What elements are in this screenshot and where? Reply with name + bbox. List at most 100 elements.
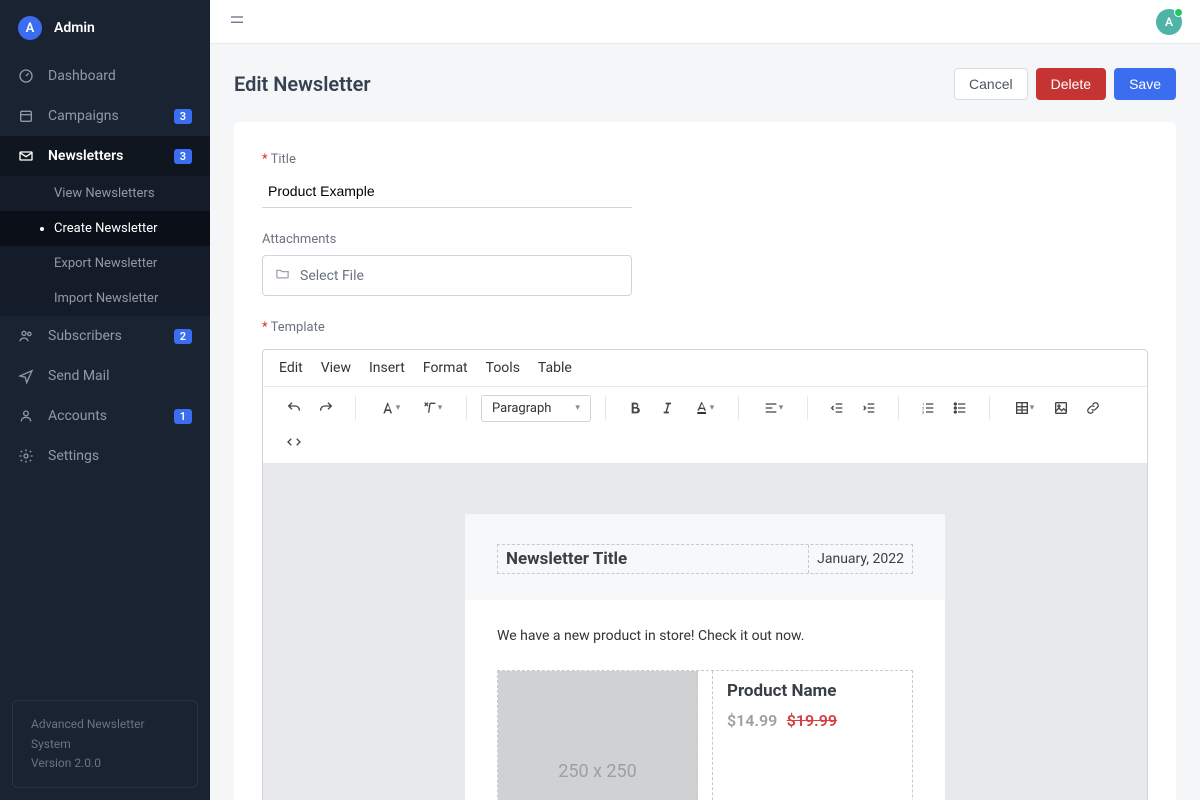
newsletter-preview: Newsletter Title January, 2022 We have a… (465, 514, 945, 800)
user-avatar[interactable]: A (1156, 9, 1182, 35)
outdent-button[interactable] (822, 393, 852, 423)
unordered-list-button[interactable] (945, 393, 975, 423)
clear-formatting-button[interactable]: ▾ (412, 393, 452, 423)
sidebar-subitem-label: Create Newsletter (54, 221, 158, 236)
sidebar-subitem-label: View Newsletters (54, 186, 155, 201)
gear-icon (18, 448, 34, 464)
sidebar-badge: 2 (174, 329, 192, 344)
send-icon (18, 368, 34, 384)
sidebar-badge: 3 (174, 109, 192, 124)
page-title: Edit Newsletter (234, 72, 371, 96)
cancel-button[interactable]: Cancel (954, 68, 1028, 100)
editor-toolbar: ▾ ▾ Paragraph▾ ▾ (263, 386, 1147, 464)
undo-button[interactable] (279, 393, 309, 423)
sidebar-header: A Admin (0, 0, 210, 56)
file-picker[interactable]: Select File (262, 255, 632, 296)
brand-logo: A (18, 16, 42, 40)
svg-text:3: 3 (922, 409, 924, 414)
user-icon (18, 408, 34, 424)
sidebar-subitem-create-newsletter[interactable]: Create Newsletter (0, 211, 210, 246)
sidebar-item-label: Settings (48, 448, 192, 464)
redo-button[interactable] (311, 393, 341, 423)
sidebar-subitem-view-newsletters[interactable]: View Newsletters (0, 176, 210, 211)
preview-old-price[interactable]: $19.99 (787, 711, 837, 730)
sidebar-item-label: Subscribers (48, 328, 174, 344)
save-button[interactable]: Save (1114, 68, 1176, 100)
preview-date[interactable]: January, 2022 (809, 547, 912, 571)
preview-title[interactable]: Newsletter Title (498, 545, 809, 573)
sidebar-subitem-label: Export Newsletter (54, 256, 157, 271)
main-panel: A Edit Newsletter Cancel Delete Save *Ti… (210, 0, 1200, 800)
menu-toggle-icon[interactable] (228, 11, 246, 33)
page-actions: Cancel Delete Save (954, 68, 1176, 100)
menu-table[interactable]: Table (538, 360, 572, 376)
image-button[interactable] (1046, 393, 1076, 423)
preview-image-placeholder[interactable]: 250 x 250 (498, 671, 698, 800)
sidebar-subitem-import-newsletter[interactable]: Import Newsletter (0, 281, 210, 316)
sidebar-submenu: View Newsletters Create Newsletter Expor… (0, 176, 210, 316)
footer-version: Version 2.0.0 (31, 754, 179, 773)
title-field: *Title (262, 152, 1148, 208)
indent-button[interactable] (854, 393, 884, 423)
block-format-select[interactable]: Paragraph▾ (481, 395, 591, 422)
sidebar: A Admin Dashboard Campaigns 3 Newsletter… (0, 0, 210, 800)
preview-intro[interactable]: We have a new product in store! Check it… (497, 628, 913, 644)
dashboard-icon (18, 68, 34, 84)
mail-icon (18, 148, 34, 164)
sidebar-item-label: Dashboard (48, 68, 192, 84)
link-button[interactable] (1078, 393, 1108, 423)
page-header: Edit Newsletter Cancel Delete Save (234, 68, 1176, 100)
sidebar-item-label: Accounts (48, 408, 174, 424)
topbar: A (210, 0, 1200, 44)
folder-icon (275, 266, 290, 285)
preview-product-block[interactable]: 250 x 250 Product Name $14.99 $19.99 (497, 670, 913, 800)
page-content: Edit Newsletter Cancel Delete Save *Titl… (210, 44, 1200, 800)
sidebar-item-settings[interactable]: Settings (0, 436, 210, 476)
attachments-label: Attachments (262, 232, 1148, 247)
users-icon (18, 328, 34, 344)
sidebar-nav: Dashboard Campaigns 3 Newsletters 3 View… (0, 56, 210, 688)
sidebar-item-subscribers[interactable]: Subscribers 2 (0, 316, 210, 356)
editor-canvas[interactable]: Newsletter Title January, 2022 We have a… (263, 464, 1147, 800)
italic-button[interactable] (652, 393, 682, 423)
sidebar-item-label: Send Mail (48, 368, 192, 384)
title-input[interactable] (262, 175, 632, 208)
sidebar-badge: 3 (174, 149, 192, 164)
menu-view[interactable]: View (321, 360, 351, 376)
editor-menubar: Edit View Insert Format Tools Table (263, 350, 1147, 386)
sidebar-item-dashboard[interactable]: Dashboard (0, 56, 210, 96)
menu-tools[interactable]: Tools (486, 360, 520, 376)
sidebar-item-newsletters[interactable]: Newsletters 3 (0, 136, 210, 176)
menu-insert[interactable]: Insert (369, 360, 405, 376)
font-family-button[interactable]: ▾ (370, 393, 410, 423)
brand-name: Admin (54, 20, 95, 36)
footer-product-name: Advanced Newsletter System (31, 715, 179, 753)
sidebar-badge: 1 (174, 409, 192, 424)
sidebar-subitem-export-newsletter[interactable]: Export Newsletter (0, 246, 210, 281)
align-button[interactable]: ▾ (753, 393, 793, 423)
ordered-list-button[interactable]: 123 (913, 393, 943, 423)
form-card: *Title Attachments Select File *Template… (234, 122, 1176, 800)
preview-price[interactable]: $14.99 (727, 711, 777, 730)
table-button[interactable]: ▾ (1004, 393, 1044, 423)
sidebar-item-accounts[interactable]: Accounts 1 (0, 396, 210, 436)
calendar-icon (18, 108, 34, 124)
template-field: *Template (262, 320, 1148, 335)
template-label: *Template (262, 320, 1148, 335)
rich-text-editor: Edit View Insert Format Tools Table (262, 349, 1148, 800)
preview-product-name[interactable]: Product Name (727, 681, 898, 701)
text-color-button[interactable]: ▾ (684, 393, 724, 423)
sidebar-footer: Advanced Newsletter System Version 2.0.0 (12, 700, 198, 788)
sidebar-item-label: Newsletters (48, 148, 174, 164)
delete-button[interactable]: Delete (1036, 68, 1106, 100)
sidebar-item-send-mail[interactable]: Send Mail (0, 356, 210, 396)
sidebar-subitem-label: Import Newsletter (54, 291, 158, 306)
source-code-button[interactable] (279, 427, 309, 457)
title-label: *Title (262, 152, 1148, 167)
sidebar-item-label: Campaigns (48, 108, 174, 124)
menu-format[interactable]: Format (423, 360, 468, 376)
file-picker-placeholder: Select File (300, 268, 364, 284)
sidebar-item-campaigns[interactable]: Campaigns 3 (0, 96, 210, 136)
bold-button[interactable] (620, 393, 650, 423)
menu-edit[interactable]: Edit (279, 360, 303, 376)
